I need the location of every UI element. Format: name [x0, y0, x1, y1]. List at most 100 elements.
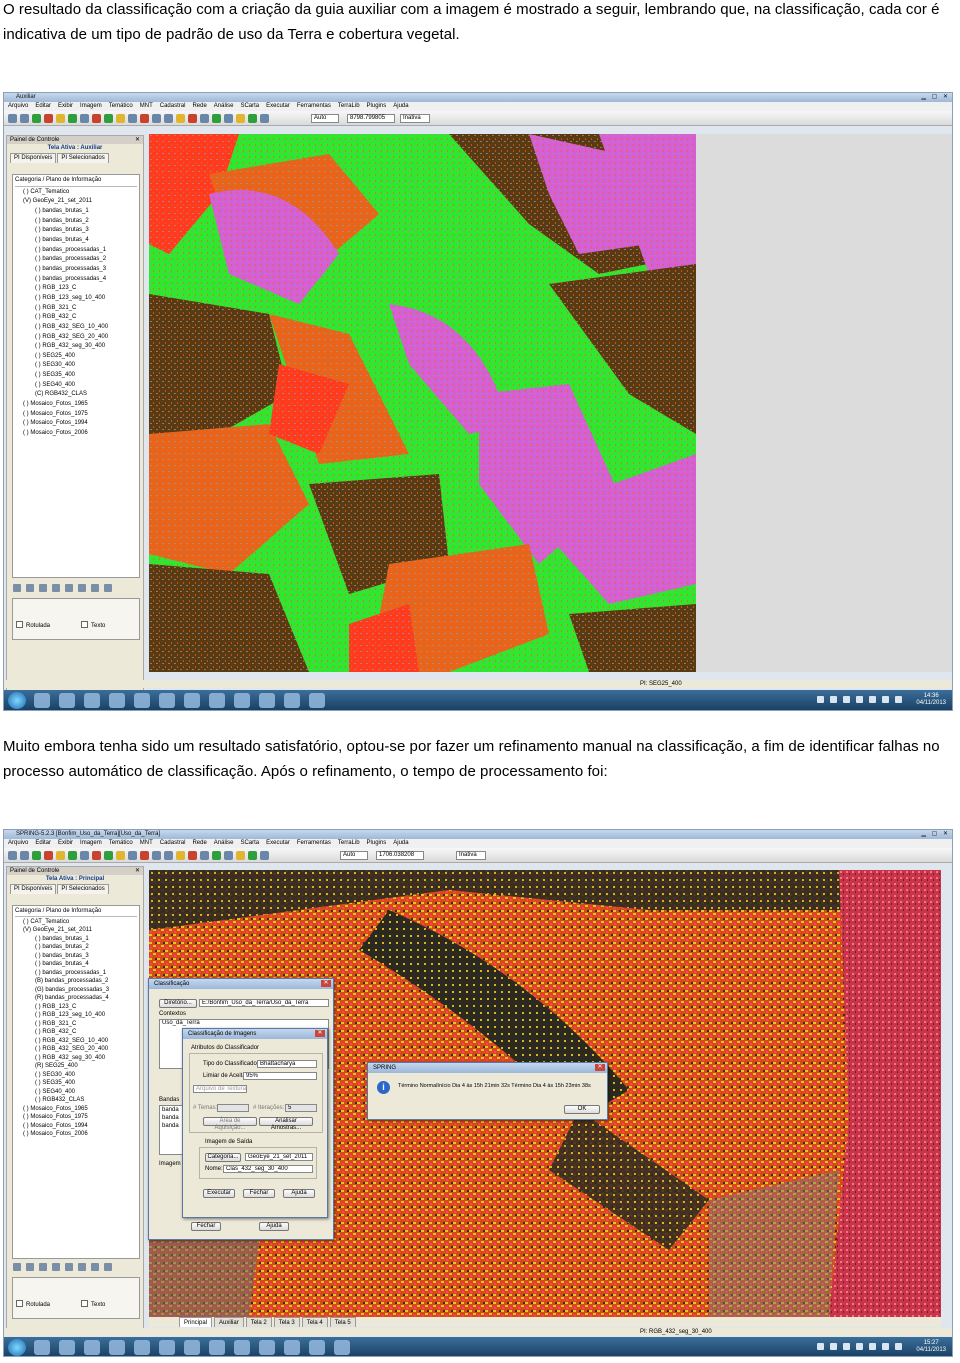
menu-item[interactable]: TerraLib [338, 103, 360, 109]
menu-item[interactable]: Plugins [367, 840, 387, 846]
tree-item[interactable]: (C) RGB432_CLAS [15, 390, 137, 400]
menu-item[interactable]: Imagem [80, 840, 102, 846]
screen-tab[interactable]: Tela 4 [301, 1317, 328, 1327]
system-tray[interactable] [817, 696, 902, 703]
menu-item[interactable]: Temático [109, 103, 133, 109]
classified-map[interactable] [149, 134, 696, 672]
temas-field[interactable] [217, 1104, 249, 1112]
toolbar-icons[interactable] [8, 114, 269, 123]
tree-item[interactable]: ( ) bandas_brutas_1 [15, 935, 137, 944]
menu-item[interactable]: Editar [35, 103, 51, 109]
tree-item[interactable]: ( ) RGB_432_SEG_10_400 [15, 1037, 137, 1046]
layer-tree[interactable]: Categoria / Plano de Informação ( ) CAT_… [12, 905, 140, 1259]
tree-item[interactable]: ( ) SEG30_400 [15, 361, 137, 371]
tree-item[interactable]: ( ) bandas_brutas_4 [15, 960, 137, 969]
menu-item[interactable]: Executar [266, 103, 290, 109]
menu-item[interactable]: Exibir [58, 103, 73, 109]
tree-item[interactable]: ( ) RGB_432_SEG_20_400 [15, 333, 137, 343]
state-select[interactable]: Inativa [400, 114, 430, 123]
menu-item[interactable]: MNT [140, 103, 153, 109]
tree-item[interactable]: ( ) RGB_432_seg_30_400 [15, 342, 137, 352]
tree-item[interactable]: ( ) SEG25_400 [15, 352, 137, 362]
zoom-mode-select[interactable]: Auto [340, 851, 368, 860]
menu-item[interactable]: Imagem [80, 103, 102, 109]
tree-item[interactable]: ( ) RGB_432_SEG_20_400 [15, 1045, 137, 1054]
close-icon[interactable]: ✕ [321, 980, 331, 987]
nome-field[interactable]: Clas_432_seg_30_400 [223, 1165, 313, 1173]
menu-item[interactable]: Temático [109, 840, 133, 846]
rotulada-checkbox[interactable]: Rotulada [16, 621, 50, 629]
tree-item[interactable]: (B) bandas_processadas_2 [15, 977, 137, 986]
scale-input[interactable]: 1706.038208 [376, 851, 424, 860]
tab-pi-selecionados[interactable]: PI Selecionados [57, 884, 109, 894]
tree-item[interactable]: ( ) bandas_brutas_4 [15, 236, 137, 246]
panel-tool-icons[interactable] [13, 1263, 112, 1271]
menu-item[interactable]: SCarta [240, 103, 259, 109]
menu-item[interactable]: Análise [214, 103, 234, 109]
tree-item[interactable]: ( ) SEG40_400 [15, 381, 137, 391]
tree-item[interactable]: ( ) RGB_123_seg_10_400 [15, 1011, 137, 1020]
analisar-amostras-button[interactable]: Analisar Amostras... [259, 1117, 313, 1131]
texto-checkbox[interactable]: Texto [81, 1300, 105, 1308]
menu-item[interactable]: Arquivo [8, 103, 28, 109]
tab-pi-disponiveis[interactable]: PI Disponíveis [10, 884, 57, 894]
tree-item[interactable]: ( ) RGB_432_SEG_10_400 [15, 323, 137, 333]
layer-tree[interactable]: Categoria / Plano de Informação ( ) CAT_… [12, 174, 140, 578]
texto-checkbox[interactable]: Texto [81, 621, 105, 629]
executar-button[interactable]: Executar [203, 1189, 235, 1198]
tree-item[interactable]: ( ) Mosaico_Fotos_2006 [15, 1130, 137, 1139]
menu-item[interactable]: MNT [140, 840, 153, 846]
fechar-button[interactable]: Fechar [191, 1222, 221, 1231]
tipo-select[interactable]: Bhattacharya [257, 1060, 317, 1068]
scale-input[interactable]: 8798.799805 [347, 114, 395, 123]
menu-item[interactable]: Editar [35, 840, 51, 846]
tree-item[interactable]: ( ) RGB_432_C [15, 313, 137, 323]
close-icon[interactable]: ✕ [135, 136, 140, 144]
tree-item[interactable]: ( ) CAT_Tematico [15, 918, 137, 927]
tree-item[interactable]: ( ) bandas_processadas_3 [15, 265, 137, 275]
tree-item[interactable]: ( ) RGB432_CLAS [15, 1096, 137, 1105]
tree-item[interactable]: ( ) SEG40_400 [15, 1088, 137, 1097]
ajuda-button[interactable]: Ajuda [283, 1189, 315, 1198]
screen-tab[interactable]: Tela 5 [329, 1317, 356, 1327]
close-icon[interactable]: ✕ [135, 867, 140, 875]
tree-item[interactable]: ( ) RGB_321_C [15, 304, 137, 314]
ajuda-button[interactable]: Ajuda [259, 1222, 289, 1231]
menu-item[interactable]: Ferramentas [297, 840, 331, 846]
tree-item[interactable]: (R) SEG25_400 [15, 1062, 137, 1071]
system-tray[interactable] [817, 1343, 902, 1350]
close-icon[interactable]: ✕ [595, 1064, 605, 1071]
menu-item[interactable]: Arquivo [8, 840, 28, 846]
tree-item[interactable]: ( ) SEG35_400 [15, 371, 137, 381]
window-controls[interactable]: ▁ ▢ ✕ [921, 93, 950, 102]
toolbar-icons[interactable] [8, 851, 269, 860]
tab-pi-disponiveis[interactable]: PI Disponíveis [10, 153, 57, 163]
tree-item[interactable]: ( ) SEG30_400 [15, 1071, 137, 1080]
diretorio-field[interactable]: E:/Bonfim_Uso_da_Terra/Uso_da_Terra [199, 999, 329, 1007]
close-icon[interactable]: ✕ [315, 1030, 325, 1037]
tree-item[interactable]: ( ) bandas_brutas_1 [15, 207, 137, 217]
tree-item[interactable]: ( ) RGB_321_C [15, 1020, 137, 1029]
fechar-button[interactable]: Fechar [243, 1189, 275, 1198]
menu-item[interactable]: Ajuda [393, 103, 408, 109]
tree-item[interactable]: ( ) bandas_brutas_3 [15, 952, 137, 961]
menu-item[interactable]: Cadastral [160, 103, 186, 109]
rotulada-checkbox[interactable]: Rotulada [16, 1300, 50, 1308]
tree-item[interactable]: ( ) CAT_Tematico [15, 188, 137, 198]
iteracoes-field[interactable]: 5 [285, 1104, 317, 1112]
tree-item[interactable]: (G) bandas_processadas_3 [15, 986, 137, 995]
area-aquisicao-button[interactable]: Área de Aquisição... [203, 1117, 257, 1131]
menu-item[interactable]: Exibir [58, 840, 73, 846]
tree-item[interactable]: ( ) bandas_brutas_3 [15, 226, 137, 236]
menu-item[interactable]: SCarta [240, 840, 259, 846]
tree-item[interactable]: ( ) SEG35_400 [15, 1079, 137, 1088]
ok-button[interactable]: OK [564, 1105, 600, 1114]
window-controls[interactable]: ▁ ▢ ✕ [921, 830, 950, 839]
categoria-field[interactable]: GeoEye_21_set_2011 [245, 1153, 313, 1161]
screen-tab[interactable]: Auxiliar [214, 1317, 244, 1327]
menu-item[interactable]: Cadastral [160, 840, 186, 846]
textura-field[interactable]: Arquivo de Textura... [193, 1085, 247, 1093]
tree-item[interactable]: (R) bandas_processadas_4 [15, 994, 137, 1003]
tree-item[interactable]: ( ) RGB_432_seg_30_400 [15, 1054, 137, 1063]
tree-item[interactable]: ( ) Mosaico_Fotos_1994 [15, 419, 137, 429]
